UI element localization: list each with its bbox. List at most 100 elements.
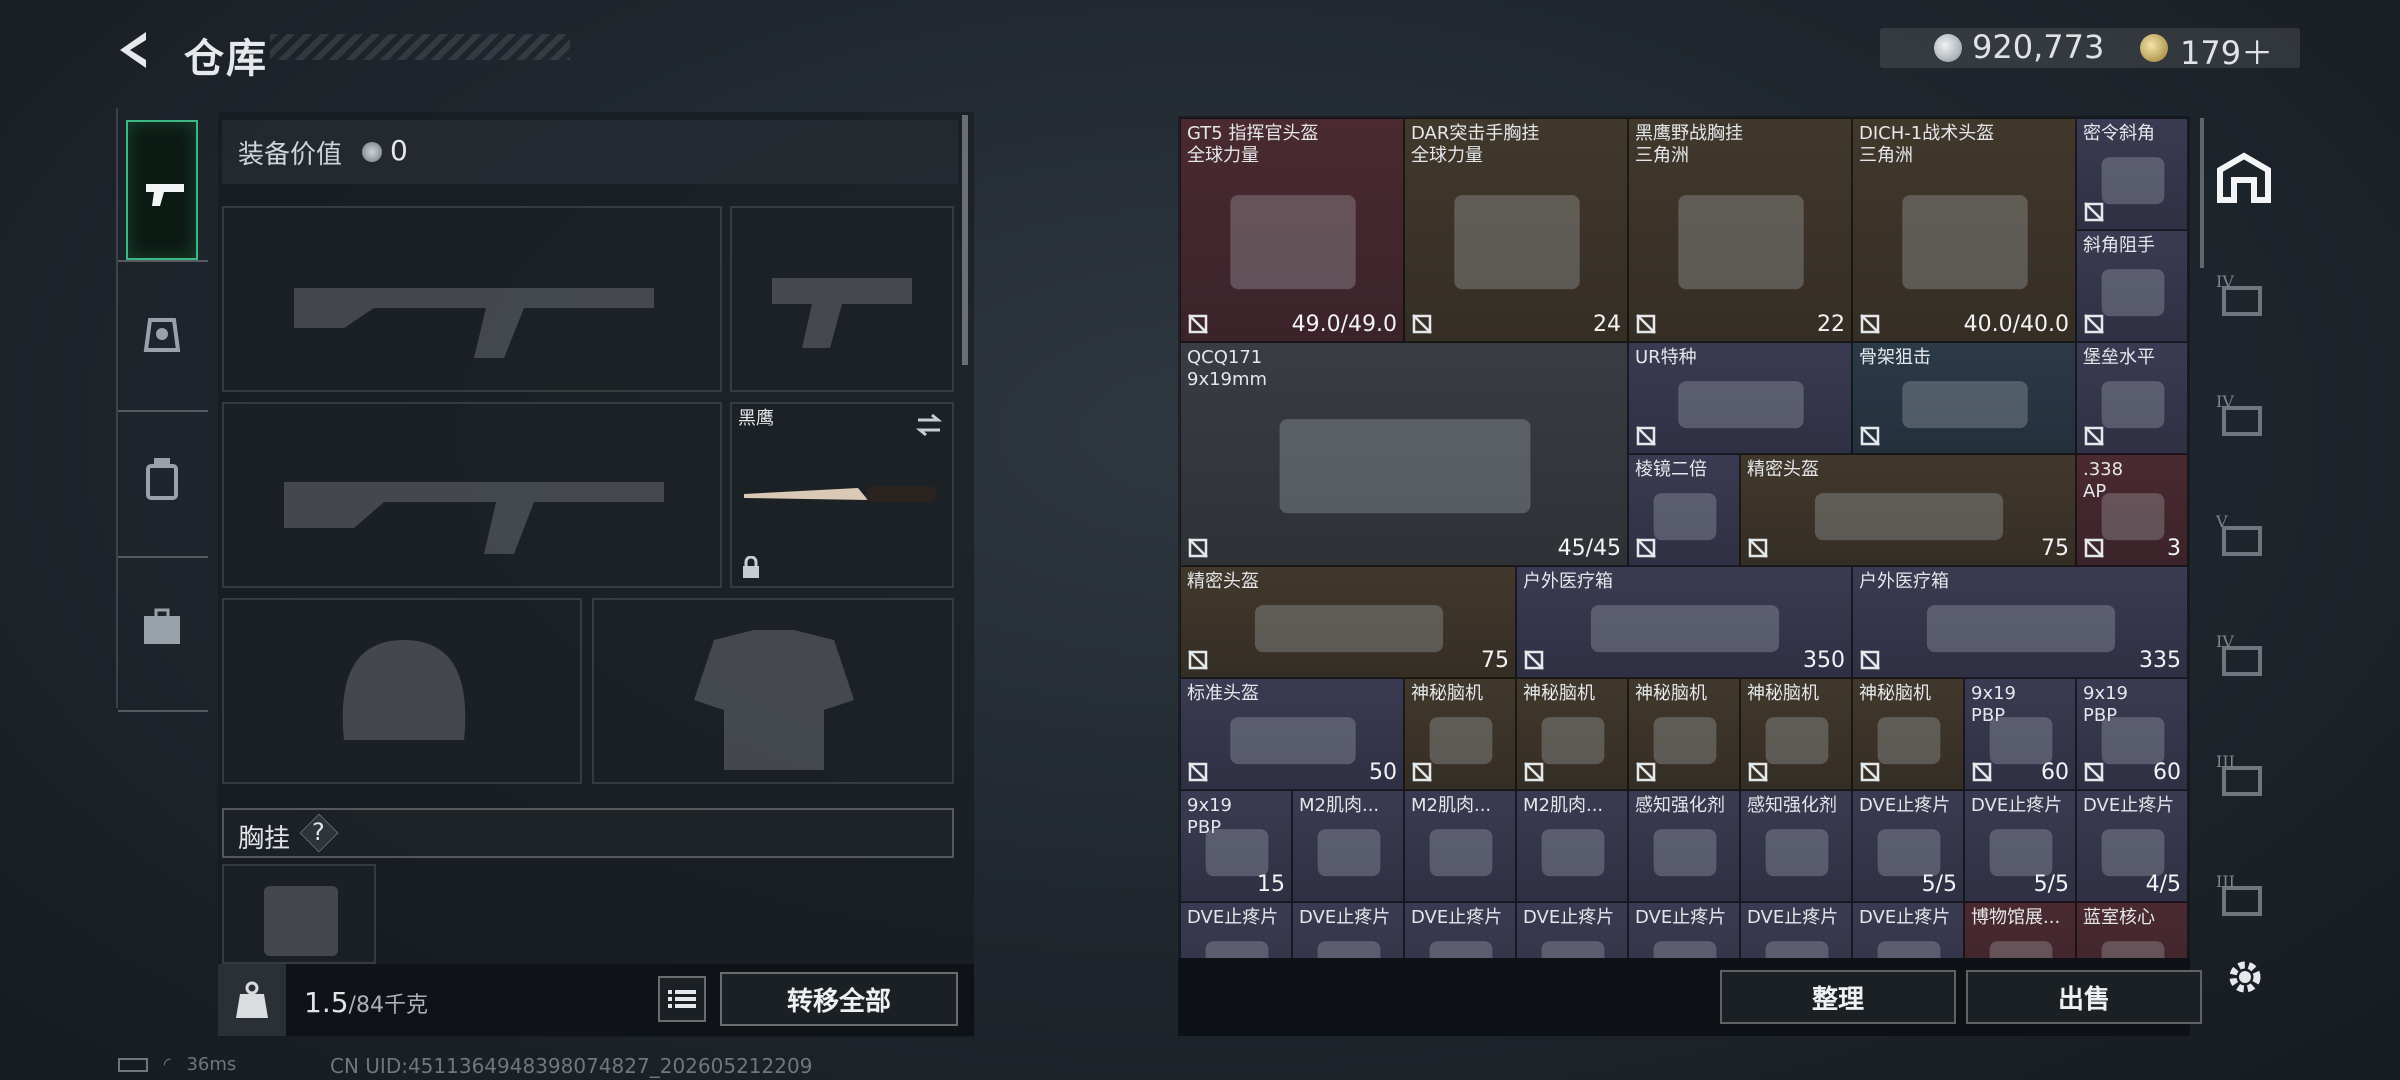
sidearm-slot[interactable] bbox=[730, 206, 954, 392]
swap-icon[interactable] bbox=[914, 410, 944, 440]
inventory-item[interactable]: 户外医疗箱 335 bbox=[1852, 566, 2188, 678]
inventory-item[interactable]: 神秘脑机 bbox=[1852, 678, 1964, 790]
weight-max: /84千克 bbox=[348, 993, 428, 1018]
item-count: 60 bbox=[2041, 760, 2069, 785]
sort-button[interactable]: 整理 bbox=[1720, 970, 1956, 1024]
item-image-icon bbox=[1814, 493, 2004, 541]
item-image-icon bbox=[1279, 419, 1531, 514]
settings-gear-icon[interactable] bbox=[2222, 954, 2268, 1000]
nav-tab-weapon[interactable] bbox=[126, 120, 198, 260]
secondary-weapon-slot[interactable] bbox=[222, 402, 722, 588]
melee-name: 黑鹰 bbox=[738, 408, 774, 429]
inventory-item[interactable]: UR特种 bbox=[1628, 342, 1852, 454]
back-icon[interactable] bbox=[112, 28, 160, 72]
inventory-item[interactable]: DVE止疼片 bbox=[1852, 902, 1964, 958]
inventory-item[interactable]: 9x19 PBP 15 bbox=[1180, 790, 1292, 902]
item-image-icon bbox=[1653, 829, 1717, 877]
inventory-item[interactable]: 感知强化剂 bbox=[1628, 790, 1740, 902]
transfer-all-button[interactable]: 转移全部 bbox=[720, 972, 958, 1026]
inventory-item[interactable]: M2肌肉... bbox=[1404, 790, 1516, 902]
item-category-icon bbox=[2222, 286, 2262, 316]
inventory-item[interactable]: 斜角阻手 bbox=[2076, 230, 2188, 342]
item-image-icon bbox=[1317, 941, 1381, 958]
melee-slot[interactable]: 黑鹰 bbox=[730, 402, 954, 588]
inventory-item[interactable]: 密令斜角 bbox=[2076, 118, 2188, 230]
helmet-slot[interactable] bbox=[222, 598, 582, 784]
inventory-item[interactable]: DVE止疼片 bbox=[1628, 902, 1740, 958]
primary-weapon-slot[interactable] bbox=[222, 206, 722, 392]
item-count: 350 bbox=[1803, 648, 1845, 673]
side-tab-tier[interactable]: III bbox=[2206, 858, 2282, 934]
item-category-icon bbox=[2222, 646, 2262, 676]
scrollbar[interactable] bbox=[2200, 118, 2204, 268]
rig-silhouette-icon bbox=[264, 886, 338, 956]
inventory-item[interactable]: 博物馆展... bbox=[1964, 902, 2076, 958]
inventory-item[interactable]: DVE止疼片 5/5 bbox=[1852, 790, 1964, 902]
item-count: 50 bbox=[1369, 760, 1397, 785]
inventory-item[interactable]: 神秘脑机 bbox=[1516, 678, 1628, 790]
inventory-item[interactable]: 9x19 PBP 60 bbox=[2076, 678, 2188, 790]
item-image-icon bbox=[1989, 941, 2053, 958]
inventory-item[interactable]: 神秘脑机 bbox=[1740, 678, 1852, 790]
inventory-item[interactable]: 神秘脑机 bbox=[1628, 678, 1740, 790]
inventory-item[interactable]: 蓝室核心 bbox=[2076, 902, 2188, 958]
side-tab-tier[interactable]: V bbox=[2206, 498, 2282, 574]
inventory-item[interactable]: DVE止疼片 4/5 bbox=[2076, 790, 2188, 902]
no-trade-icon bbox=[1188, 314, 1208, 334]
inventory-item[interactable]: GT5 指挥官头盔 全球力量 49.0/49.0 bbox=[1180, 118, 1404, 342]
currency-premium[interactable]: 179＋ bbox=[2180, 28, 2273, 74]
help-text: ? bbox=[312, 818, 325, 846]
vest-silhouette-icon bbox=[694, 630, 854, 770]
inventory-item[interactable]: DVE止疼片 bbox=[1740, 902, 1852, 958]
nav-tab-armor[interactable] bbox=[126, 270, 198, 410]
side-tab-tier[interactable]: IV bbox=[2206, 618, 2282, 694]
toolbox-icon bbox=[144, 608, 180, 644]
inventory-item[interactable]: 黑鹰野战胸挂 三角洲 22 bbox=[1628, 118, 1852, 342]
inventory-item[interactable]: DVE止疼片 bbox=[1404, 902, 1516, 958]
inventory-item[interactable]: M2肌肉... bbox=[1292, 790, 1404, 902]
rifle-silhouette-icon bbox=[284, 482, 664, 554]
inventory-item[interactable]: DVE止疼片 bbox=[1516, 902, 1628, 958]
chest-rig-slot[interactable] bbox=[222, 864, 376, 964]
inventory-item[interactable]: 精密头盔 75 bbox=[1740, 454, 2076, 566]
item-image-icon bbox=[1765, 941, 1829, 958]
inventory-item[interactable]: .338 AP 3 bbox=[2076, 454, 2188, 566]
side-tab-tier[interactable]: IV bbox=[2206, 258, 2282, 334]
nav-tab-toolbox[interactable] bbox=[126, 562, 198, 702]
inventory-item[interactable]: DICH-1战术头盔 三角洲 40.0/40.0 bbox=[1852, 118, 2076, 342]
coin-icon bbox=[362, 142, 382, 162]
inventory-item[interactable]: DAR突击手胸挂 全球力量 24 bbox=[1404, 118, 1628, 342]
tier-label: III bbox=[2216, 752, 2235, 771]
no-trade-icon bbox=[1748, 538, 1768, 558]
armor-slot[interactable] bbox=[592, 598, 954, 784]
inventory-item[interactable]: 户外医疗箱 350 bbox=[1516, 566, 1852, 678]
inventory-item[interactable]: 堡垒水平 bbox=[2076, 342, 2188, 454]
inventory-item[interactable]: DVE止疼片 bbox=[1180, 902, 1292, 958]
no-trade-icon bbox=[1860, 426, 1880, 446]
inventory-item[interactable]: 9x19 PBP 60 bbox=[1964, 678, 2076, 790]
inventory-item[interactable]: M2肌肉... bbox=[1516, 790, 1628, 902]
list-view-button[interactable] bbox=[658, 976, 706, 1022]
sell-button[interactable]: 出售 bbox=[1966, 970, 2202, 1024]
inventory-item[interactable]: 标准头盔 50 bbox=[1180, 678, 1404, 790]
side-tab-tier[interactable]: III bbox=[2206, 738, 2282, 814]
inventory-item[interactable]: DVE止疼片 5/5 bbox=[1964, 790, 2076, 902]
inventory-item[interactable]: 骨架狙击 bbox=[1852, 342, 2076, 454]
inventory-item[interactable]: QCQ171 9x19mm 45/45 bbox=[1180, 342, 1628, 566]
item-count: 15 bbox=[1257, 872, 1285, 897]
no-trade-icon bbox=[1412, 314, 1432, 334]
side-tab-tier[interactable]: IV bbox=[2206, 378, 2282, 454]
inventory-item[interactable]: 精密头盔 75 bbox=[1180, 566, 1516, 678]
item-count: 45/45 bbox=[1557, 536, 1621, 561]
side-tab-all[interactable] bbox=[2206, 140, 2282, 216]
nav-tab-backpack[interactable] bbox=[126, 410, 198, 550]
item-count: 335 bbox=[2139, 648, 2181, 673]
inventory-item[interactable]: 神秘脑机 bbox=[1404, 678, 1516, 790]
scrollbar[interactable] bbox=[962, 115, 968, 365]
item-image-icon bbox=[1454, 195, 1580, 290]
inventory-item[interactable]: 棱镜二倍 bbox=[1628, 454, 1740, 566]
inventory-item[interactable]: 感知强化剂 bbox=[1740, 790, 1852, 902]
inventory-item[interactable]: DVE止疼片 bbox=[1292, 902, 1404, 958]
user-id: CN UID:4511364948398074827_202605212209 bbox=[330, 1054, 813, 1078]
list-icon bbox=[668, 990, 696, 1008]
